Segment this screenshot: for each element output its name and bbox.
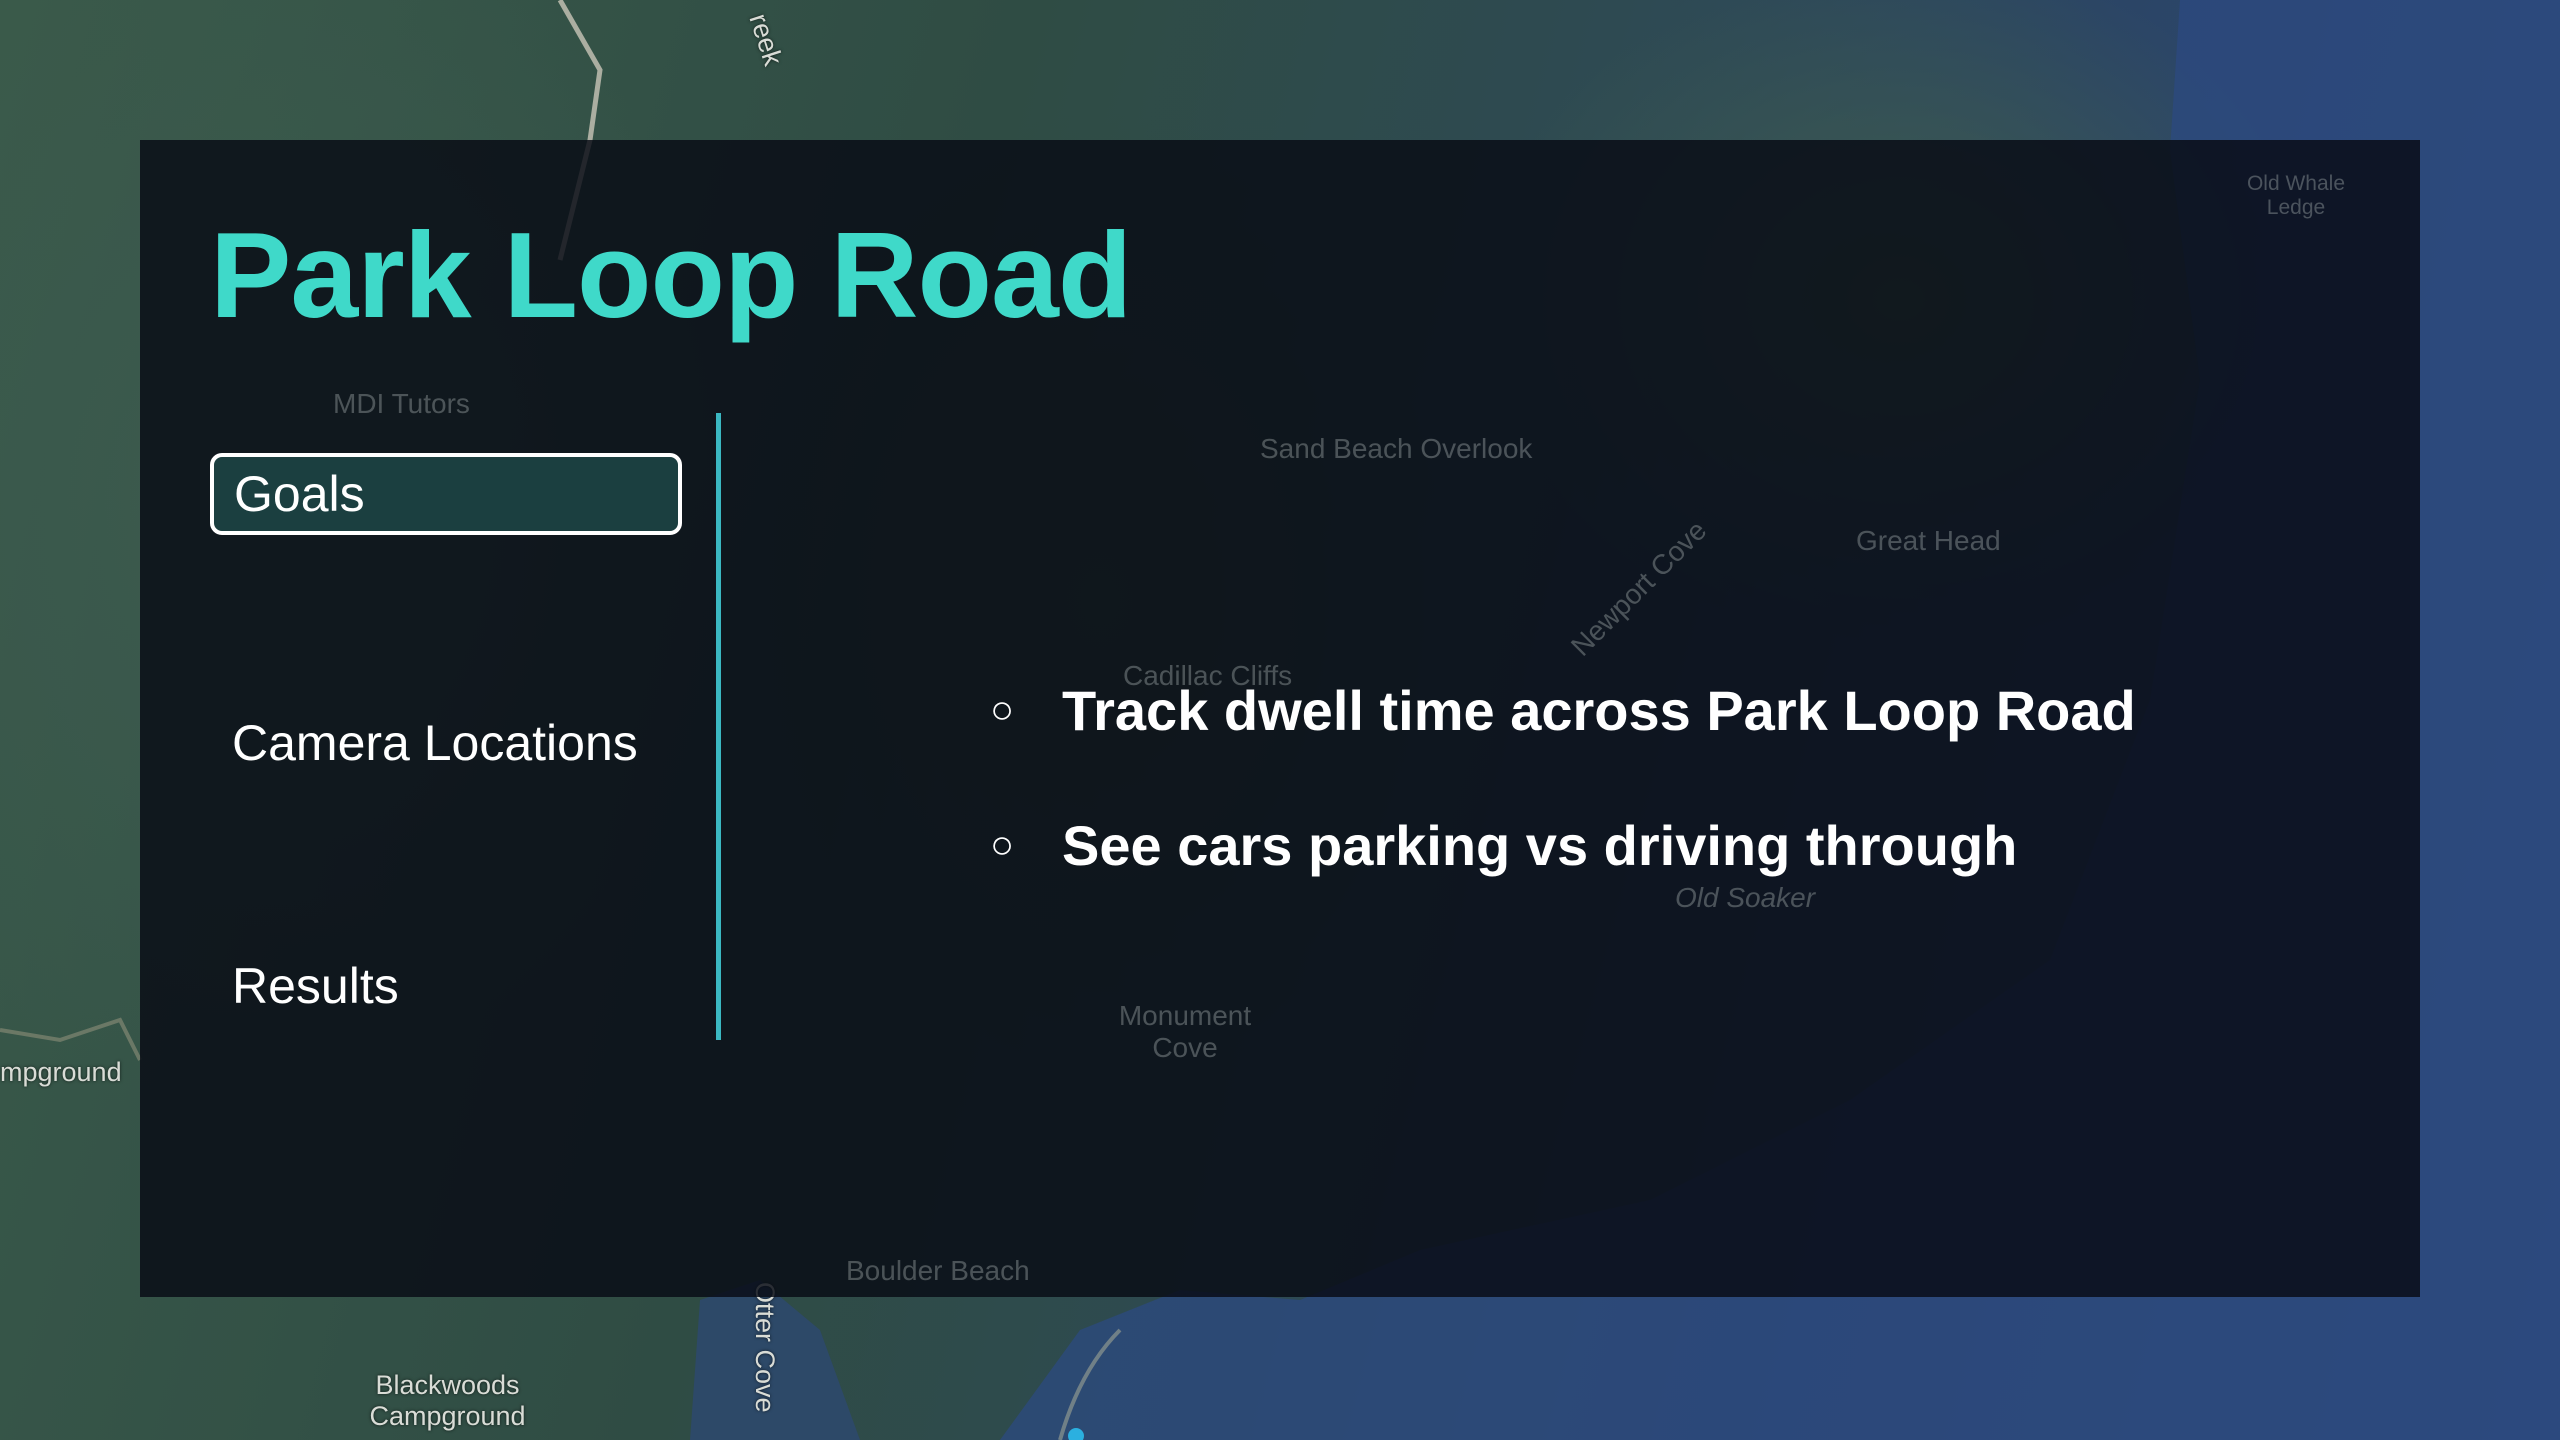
map-label-old-whale-ledge: Old Whale Ledge — [2236, 172, 2356, 220]
slide-title: Park Loop Road — [210, 207, 1132, 343]
nav-divider — [716, 413, 721, 1040]
goal-bullet-text: See cars parking vs driving through — [1062, 813, 2018, 877]
nav-item-camera-locations[interactable]: Camera Locations — [210, 702, 682, 784]
goal-bullet: ○ See cars parking vs driving through — [990, 805, 2136, 885]
slide-stage: reek mpground Blackwoods Campground Otte… — [0, 0, 2560, 1440]
map-label-old-whale-line2: Ledge — [2266, 196, 2326, 219]
nav-item-results[interactable]: Results — [210, 945, 682, 1027]
goal-bullet-text: Track dwell time across Park Loop Road — [1062, 678, 2136, 742]
map-label-monument-cove: Monument Cove — [1115, 1000, 1255, 1064]
map-label-sand-beach-overlook: Sand Beach Overlook — [1260, 433, 1533, 464]
map-label-blackwoods-campground: Blackwoods Campground — [360, 1370, 535, 1432]
map-label-campground: mpground — [0, 1057, 122, 1087]
map-label-mdi-tutors: MDI Tutors — [333, 388, 470, 419]
goals-bullet-list: ○ Track dwell time across Park Loop Road… — [990, 670, 2136, 940]
nav-item-camera-locations-label: Camera Locations — [232, 715, 638, 771]
nav-item-goals[interactable]: Goals — [210, 453, 682, 535]
shoreline-left — [0, 1017, 142, 1061]
map-label-monument-line1: Monument — [1118, 1000, 1252, 1031]
nav-item-results-label: Results — [232, 958, 399, 1014]
map-label-monument-line2: Cove — [1152, 1032, 1218, 1063]
map-label-great-head: Great Head — [1856, 525, 2001, 556]
map-label-old-whale-line1: Old Whale — [2246, 172, 2346, 195]
map-label-boulder-beach: Boulder Beach — [846, 1255, 1030, 1286]
map-label-blackwoods-line2: Campground — [369, 1401, 526, 1431]
hollow-circle-bullet-icon: ○ — [990, 687, 1015, 732]
nav-item-goals-label: Goals — [234, 466, 365, 522]
map-label-otter-cove: Otter Cove — [750, 1282, 780, 1413]
goal-bullet: ○ Track dwell time across Park Loop Road — [990, 670, 2136, 750]
map-label-blackwoods-line1: Blackwoods — [375, 1370, 520, 1400]
hollow-circle-bullet-icon: ○ — [990, 822, 1015, 867]
